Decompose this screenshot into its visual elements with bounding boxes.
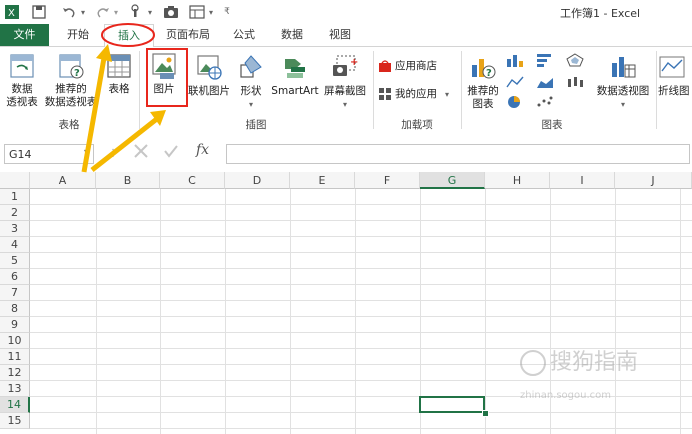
annotation-circle — [101, 23, 155, 47]
annotation-arrow — [90, 116, 160, 172]
annotation-overlay — [81, 23, 188, 173]
annotation-arrowhead — [96, 44, 112, 62]
annotation-arrow — [81, 57, 107, 173]
annotation-box — [146, 48, 188, 107]
